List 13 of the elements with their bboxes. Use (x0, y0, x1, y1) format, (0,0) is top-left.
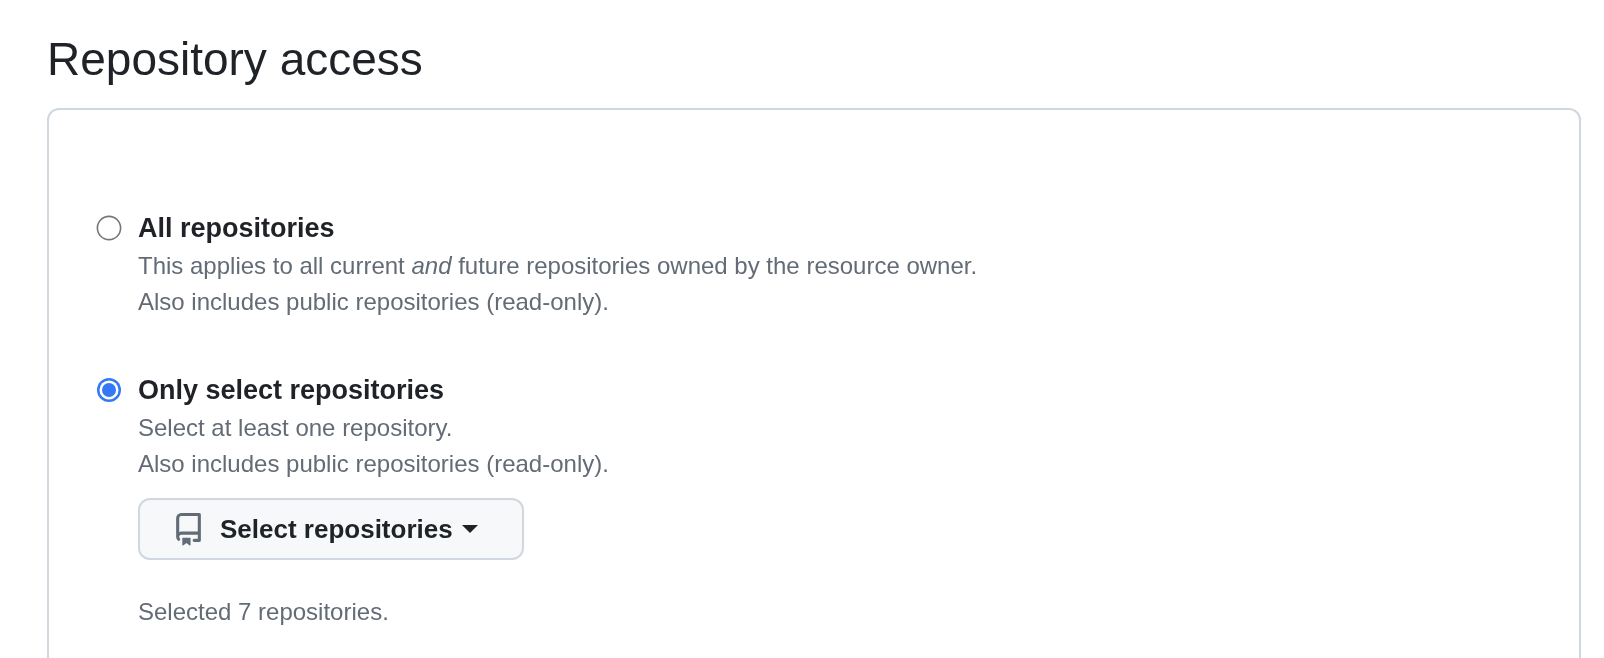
select-repositories-button[interactable]: Select repositories (138, 498, 524, 560)
option-label[interactable]: Only select repositories (138, 372, 445, 408)
section-heading: Repository access (47, 32, 424, 87)
book-icon (176, 512, 201, 546)
option-description: This applies to all current and future repositories owned by the resource owner. (138, 251, 979, 281)
radio-button[interactable] (96, 377, 122, 403)
option-description: Also includes public repositories (read-only). (138, 287, 610, 317)
option-label[interactable]: All repositories (138, 210, 335, 246)
option-description: Select at least one repository. (138, 413, 454, 443)
radio-button[interactable] (96, 215, 122, 241)
selection-summary: Selected 7 repositories. (138, 597, 390, 627)
option-description: Also includes public repositories (read-only). (138, 449, 610, 479)
caret-icon (461, 525, 478, 533)
